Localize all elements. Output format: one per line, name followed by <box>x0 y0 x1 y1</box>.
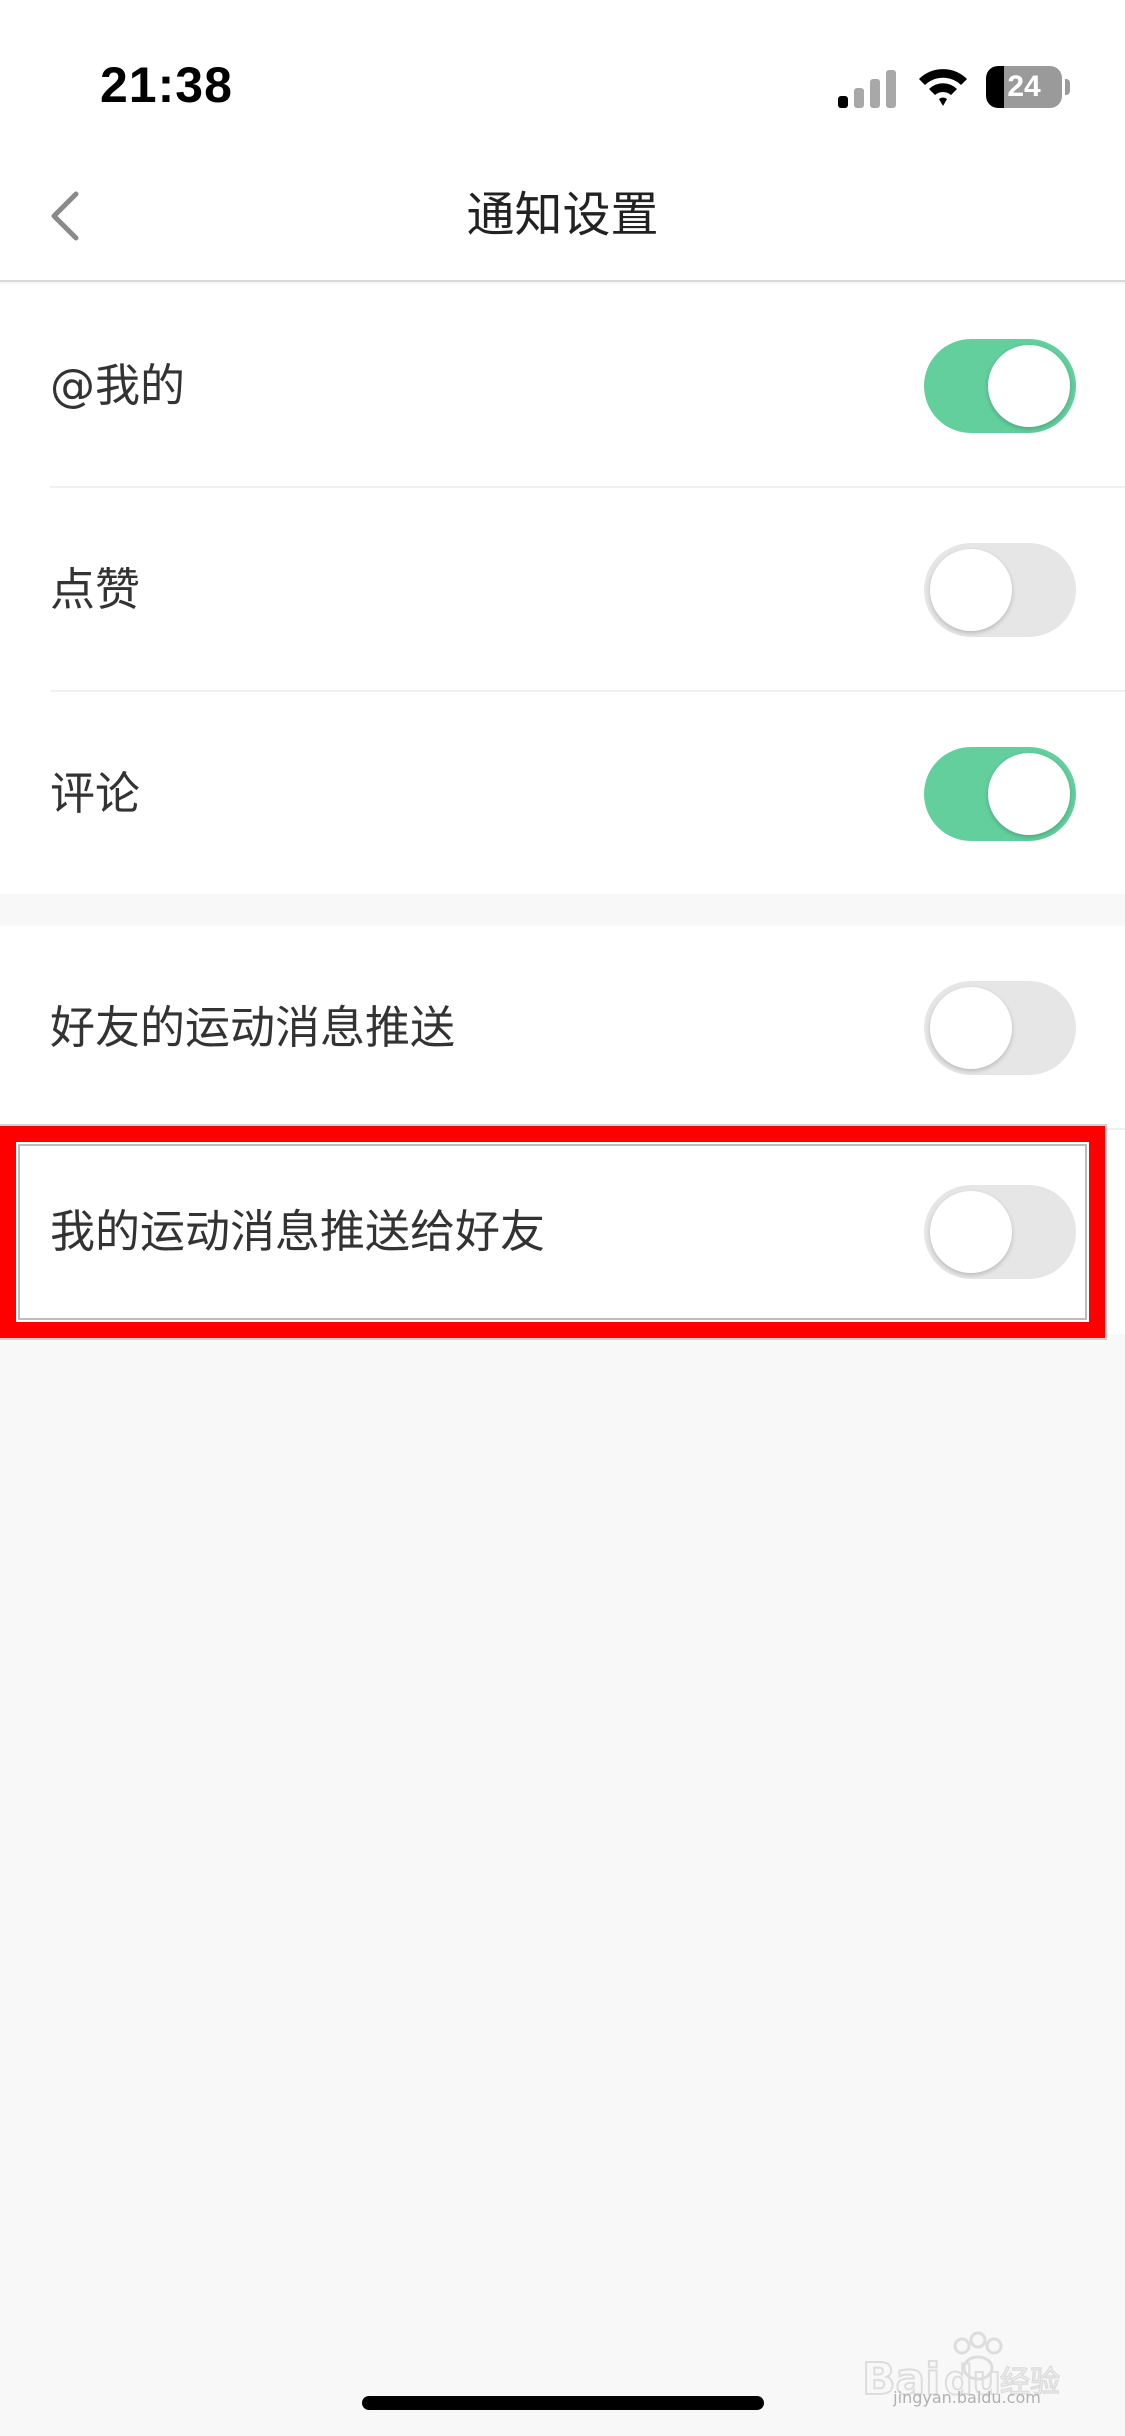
setting-row-friends-activity-push: 好友的运动消息推送 <box>0 926 1125 1130</box>
status-bar: 21:38 24 <box>0 0 1125 150</box>
mentions-toggle[interactable] <box>924 339 1076 433</box>
home-indicator[interactable] <box>362 2396 764 2410</box>
cellular-signal-icon <box>838 70 896 108</box>
battery-icon: 24 <box>986 66 1070 108</box>
setting-label: 我的运动消息推送给好友 <box>50 1205 546 1258</box>
battery-body: 24 <box>986 66 1062 108</box>
my-activity-push-toggle[interactable] <box>924 1185 1076 1279</box>
toggle-knob <box>988 345 1070 427</box>
setting-row-mentions: @我的 <box>0 284 1125 488</box>
page-title: 通知设置 <box>466 187 659 243</box>
battery-cap <box>1065 79 1070 95</box>
status-time: 21:38 <box>100 57 233 113</box>
settings-group-activity-push: 好友的运动消息推送 我的运动消息推送给好友 <box>0 926 1125 1334</box>
setting-label: @我的 <box>50 359 186 412</box>
setting-row-my-activity-push-to-friends: 我的运动消息推送给好友 <box>0 1130 1125 1334</box>
nav-bar: 通知设置 <box>0 150 1125 282</box>
setting-label: 评论 <box>50 767 141 820</box>
setting-label: 好友的运动消息推送 <box>50 1001 456 1054</box>
toggle-knob <box>930 987 1012 1069</box>
likes-toggle[interactable] <box>924 543 1076 637</box>
toggle-knob <box>930 549 1012 631</box>
settings-group-interactions: @我的 点赞 评论 <box>0 284 1125 894</box>
toggle-knob <box>930 1191 1012 1273</box>
setting-label: 点赞 <box>50 563 141 616</box>
friends-activity-push-toggle[interactable] <box>924 981 1076 1075</box>
watermark-url: jingyan.baidu.com <box>893 2388 1041 2407</box>
wifi-icon <box>919 69 967 106</box>
battery-level: 24 <box>1007 70 1041 103</box>
setting-row-likes: 点赞 <box>0 488 1125 692</box>
notification-settings-screen: 21:38 24 通知设置 @我的 点赞 评论 好友的运动消息推送 我的运动消息… <box>0 0 1125 2436</box>
comments-toggle[interactable] <box>924 747 1076 841</box>
toggle-knob <box>988 753 1070 835</box>
setting-row-comments: 评论 <box>0 692 1125 896</box>
